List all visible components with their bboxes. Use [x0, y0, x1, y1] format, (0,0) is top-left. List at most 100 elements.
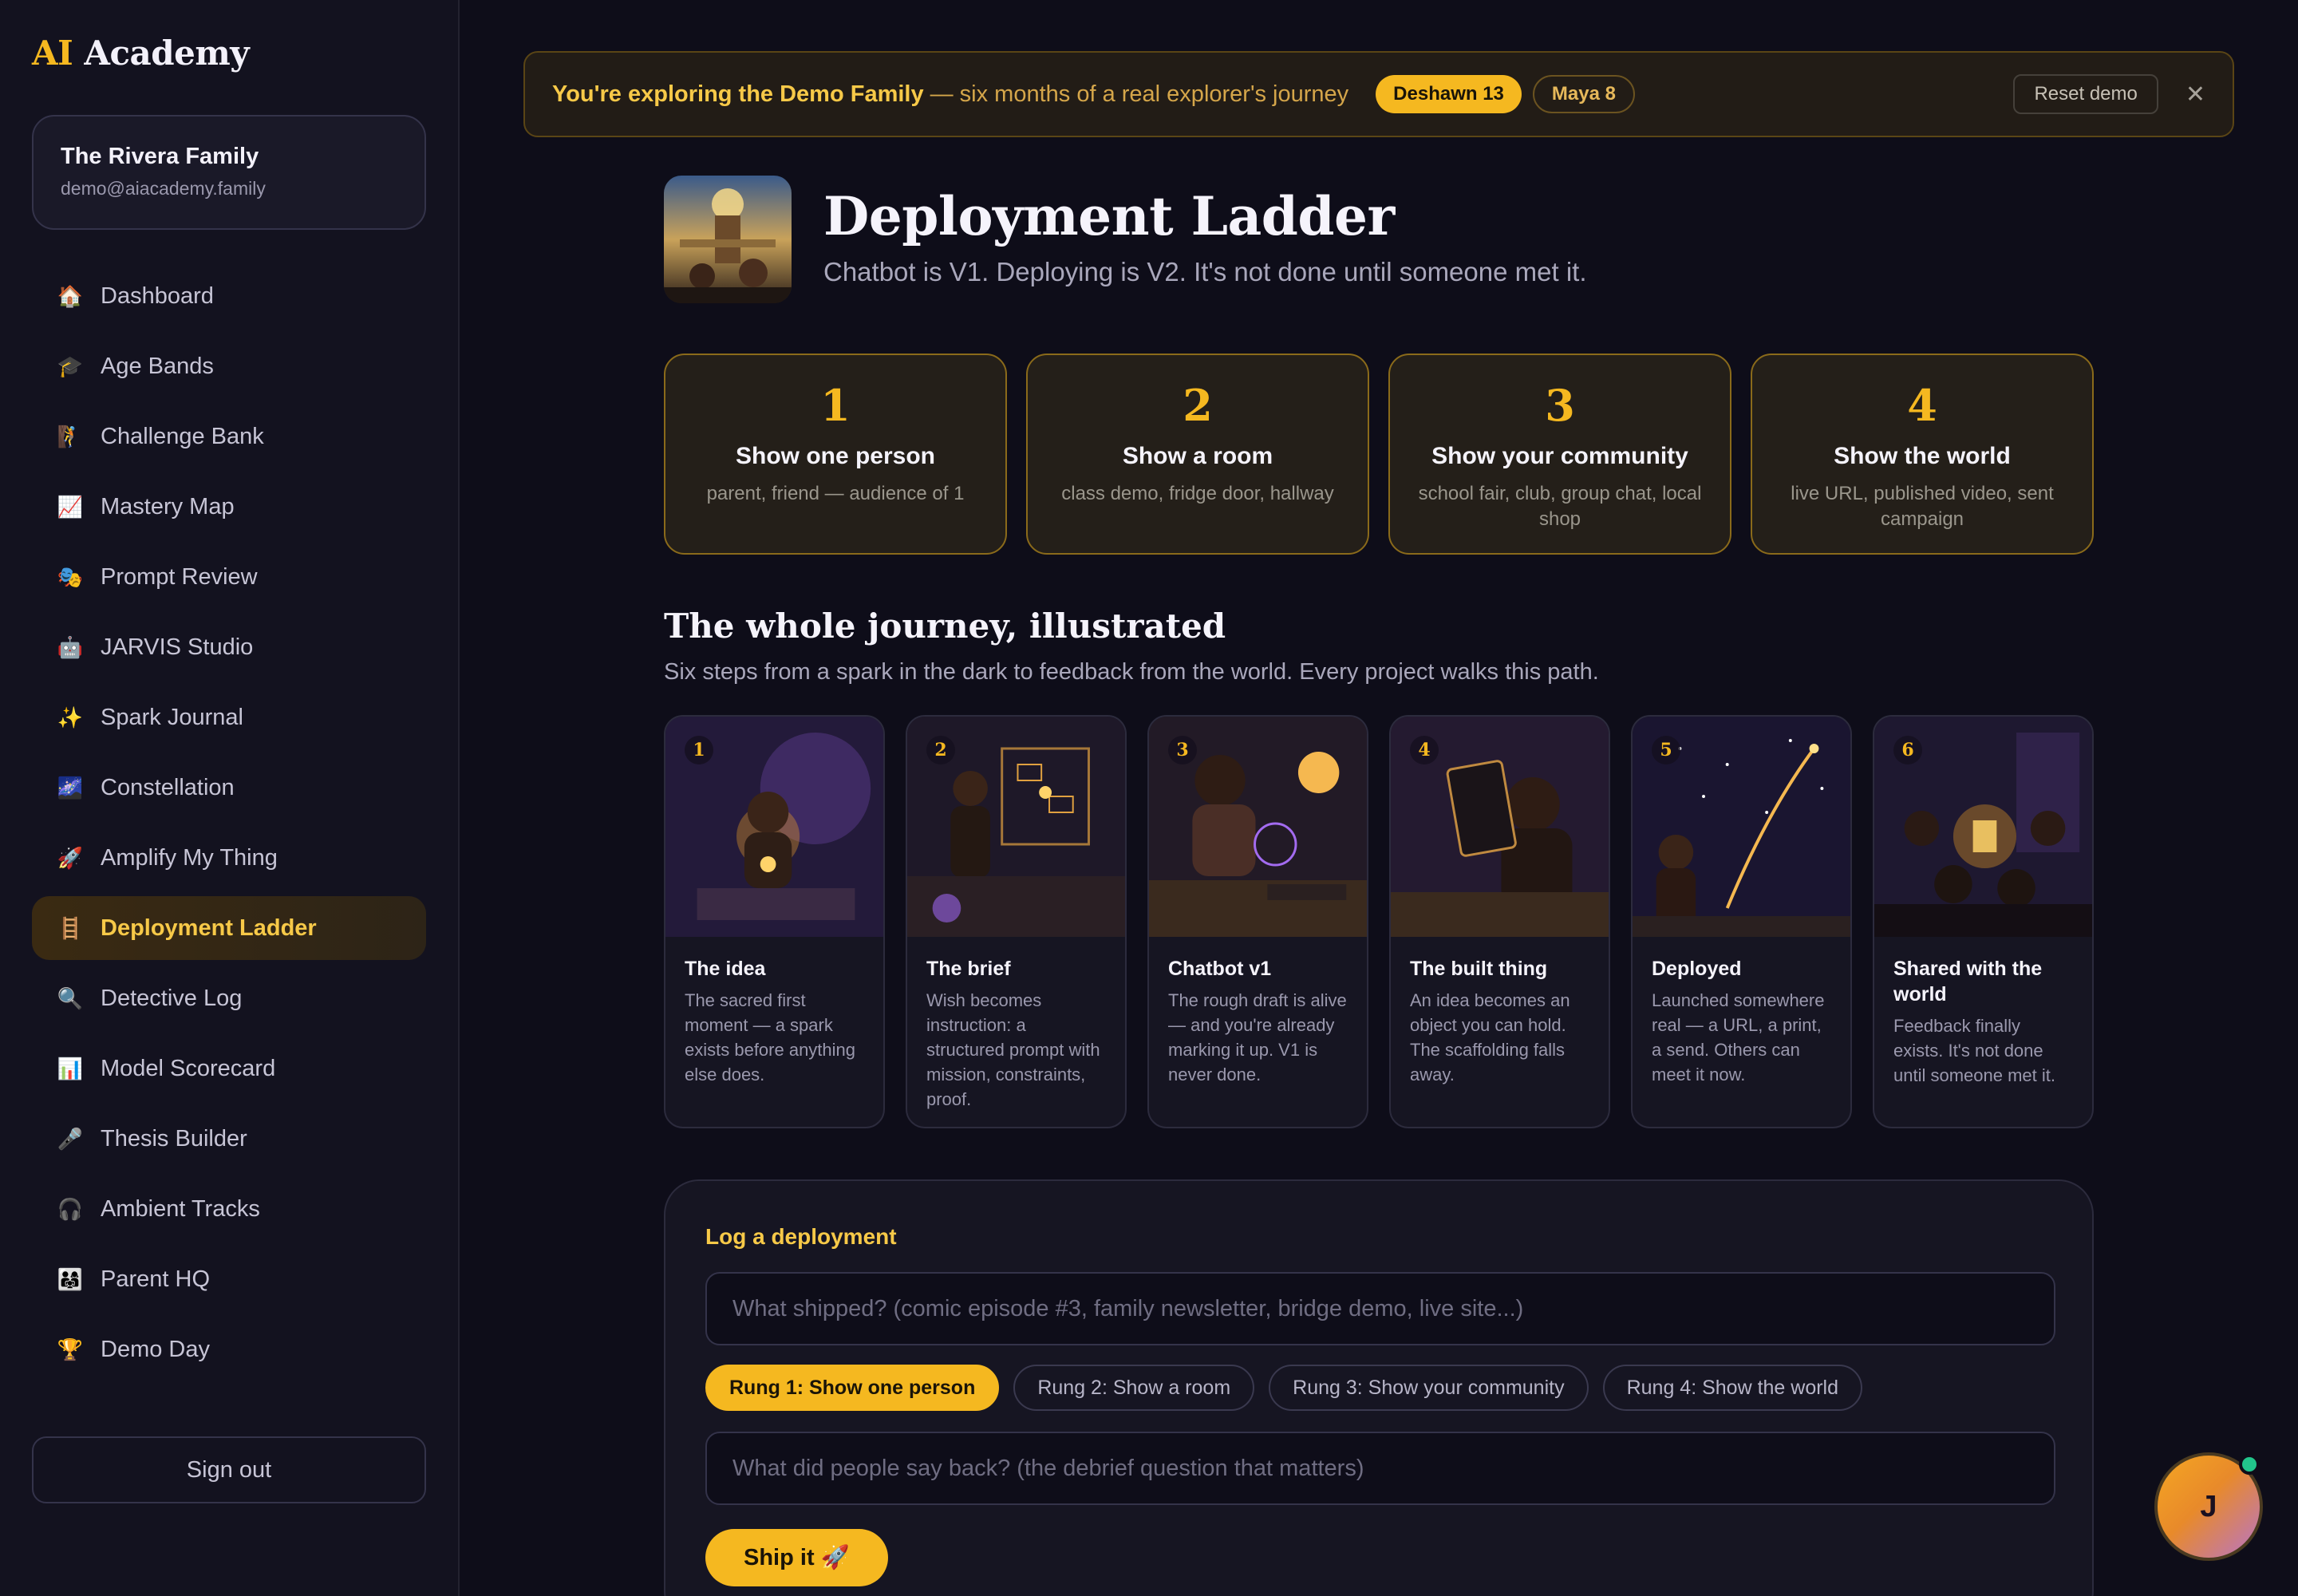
kid-chip-maya[interactable]: Maya 8 — [1532, 75, 1635, 113]
reset-demo-button[interactable]: Reset demo — [2013, 74, 2158, 114]
sidebar-item-label: Thesis Builder — [101, 1125, 247, 1152]
step-number: 6 — [1893, 736, 1922, 764]
sidebar-item-thesis-builder[interactable]: 🎤 Thesis Builder — [32, 1107, 426, 1171]
rung-card: 4 Show the world live URL, published vid… — [1751, 354, 2094, 555]
sidebar-item-label: Dashboard — [101, 282, 214, 309]
rung-number: 4 — [1907, 380, 1937, 431]
sidebar-item-age-bands[interactable]: 🎓 Age Bands — [32, 334, 426, 398]
step-illustration: 5 — [1633, 717, 1850, 937]
step-title: Deployed — [1652, 958, 1742, 980]
sidebar: AI Academy The Rivera Family demo@aiacad… — [0, 0, 460, 1596]
sidebar-item-challenge-bank[interactable]: 🧗 Challenge Bank — [32, 405, 426, 468]
rung-option-4[interactable]: Rung 4: Show the world — [1602, 1365, 1863, 1411]
step-description: The sacred first moment — a spark exists… — [685, 990, 856, 1084]
journey-step-card: 4 The built thing An idea becomes an obj… — [1389, 715, 1610, 1128]
step-title: The idea — [685, 958, 766, 980]
graduation-cap-icon: 🎓 — [57, 354, 84, 378]
journey-subheading: Six steps from a spark in the dark to fe… — [664, 659, 1599, 685]
sign-out-button[interactable]: Sign out — [32, 1436, 426, 1503]
rung-option-1[interactable]: Rung 1: Show one person — [705, 1365, 1000, 1411]
rung-option-3[interactable]: Rung 3: Show your community — [1269, 1365, 1589, 1411]
sidebar-item-detective-log[interactable]: 🔍 Detective Log — [32, 966, 426, 1030]
sidebar-item-deployment-ladder[interactable]: 🪜 Deployment Ladder — [32, 896, 426, 960]
rung-title: Show one person — [735, 443, 936, 469]
robot-icon: 🤖 — [57, 634, 84, 659]
journey-step-card: 2 The brief Wish becomes instruction: a … — [906, 715, 1127, 1128]
logo-ai-text: AI — [32, 34, 73, 73]
rung-number: 3 — [1545, 380, 1575, 431]
family-card[interactable]: The Rivera Family demo@aiacademy.family — [32, 115, 426, 230]
sidebar-item-label: Deployment Ladder — [101, 915, 317, 941]
sidebar-item-model-scorecard[interactable]: 📊 Model Scorecard — [32, 1037, 426, 1100]
sidebar-item-dashboard[interactable]: 🏠 Dashboard — [32, 264, 426, 328]
sidebar-item-prompt-review[interactable]: 🎭 Prompt Review — [32, 545, 426, 609]
rung-title: Show a room — [1122, 443, 1273, 469]
rung-title: Show your community — [1431, 443, 1688, 469]
rung-description: school fair, club, group chat, local sho… — [1418, 483, 1702, 530]
step-description: The rough draft is alive — and you're al… — [1168, 990, 1347, 1084]
step-description: An idea becomes an object you can hold. … — [1410, 990, 1570, 1084]
rung-card: 3 Show your community school fair, club,… — [1388, 354, 1731, 555]
sidebar-item-label: Constellation — [101, 774, 235, 800]
rung-card: 1 Show one person parent, friend — audie… — [664, 354, 1007, 555]
journey-step-card: 1 The idea The sacred first moment — a s… — [664, 715, 885, 1128]
step-description: Feedback finally exists. It's not done u… — [1893, 1016, 2055, 1085]
form-heading: Log a deployment — [705, 1224, 897, 1249]
sidebar-item-jarvis-studio[interactable]: 🤖 JARVIS Studio — [32, 615, 426, 679]
house-icon: 🏠 — [57, 283, 84, 308]
family-name: The Rivera Family — [61, 144, 259, 169]
journey-step-card: 3 Chatbot v1 The rough draft is alive — … — [1147, 715, 1368, 1128]
step-number: 4 — [1410, 736, 1439, 764]
step-title: Shared with the world — [1893, 958, 2043, 1005]
step-number: 3 — [1168, 736, 1197, 764]
ladder-icon: 🪜 — [57, 915, 84, 940]
rung-description: live URL, published video, sent campaign — [1791, 483, 2054, 530]
step-illustration: 6 — [1874, 717, 2092, 937]
hero-illustration — [664, 176, 792, 303]
sidebar-item-label: Challenge Bank — [101, 423, 264, 449]
logo-academy-text: Academy — [73, 34, 250, 73]
rung-number: 1 — [820, 380, 851, 431]
journey-steps: 1 The idea The sacred first moment — a s… — [664, 715, 2094, 1128]
feedback-input[interactable] — [705, 1432, 2055, 1505]
step-title: The built thing — [1410, 958, 1548, 980]
microphone-icon: 🎤 — [57, 1126, 84, 1151]
close-icon[interactable]: ✕ — [2185, 81, 2205, 109]
journey-step-card: 6 Shared with the world Feedback finally… — [1873, 715, 2094, 1128]
sidebar-item-ambient-tracks[interactable]: 🎧 Ambient Tracks — [32, 1177, 426, 1241]
journey-step-card: 5 Deployed Launched somewhere real — a U… — [1631, 715, 1852, 1128]
rung-number: 2 — [1183, 380, 1213, 431]
sidebar-item-constellation[interactable]: 🌌 Constellation — [32, 756, 426, 820]
app-logo[interactable]: AI Academy — [32, 34, 250, 73]
step-title: The brief — [926, 958, 1011, 980]
page-subtitle: Chatbot is V1. Deploying is V2. It's not… — [823, 257, 1587, 286]
rung-card: 2 Show a room class demo, fridge door, h… — [1026, 354, 1369, 555]
online-status-dot — [2239, 1454, 2260, 1475]
step-description: Wish becomes instruction: a structured p… — [926, 990, 1100, 1109]
rung-description: class demo, fridge door, hallway — [1061, 483, 1334, 504]
page-title: Deployment Ladder — [823, 185, 1395, 247]
what-shipped-input[interactable] — [705, 1272, 2055, 1345]
sidebar-item-spark-journal[interactable]: ✨ Spark Journal — [32, 685, 426, 749]
sidebar-item-amplify-my-thing[interactable]: 🚀 Amplify My Thing — [32, 826, 426, 890]
sidebar-item-label: Ambient Tracks — [101, 1195, 260, 1222]
family-email: demo@aiacademy.family — [61, 178, 266, 199]
banner-subtext: — six months of a real explorer's journe… — [930, 81, 1349, 107]
sidebar-item-mastery-map[interactable]: 📈 Mastery Map — [32, 475, 426, 539]
rung-title: Show the world — [1834, 443, 2011, 469]
step-illustration: 4 — [1391, 717, 1609, 937]
rung-option-2[interactable]: Rung 2: Show a room — [1013, 1365, 1255, 1411]
kid-chip-deshawn[interactable]: Deshawn 13 — [1376, 75, 1522, 113]
step-illustration: 2 — [907, 717, 1125, 937]
step-number: 1 — [685, 736, 713, 764]
sidebar-item-parent-hq[interactable]: 👨‍👩‍👧 Parent HQ — [32, 1247, 426, 1311]
sidebar-item-label: Prompt Review — [101, 563, 258, 590]
ship-it-button[interactable]: Ship it 🚀 — [705, 1529, 888, 1586]
chart-up-icon: 📈 — [57, 494, 84, 519]
sidebar-item-label: Model Scorecard — [101, 1055, 276, 1081]
journey-heading: The whole journey, illustrated — [664, 606, 1226, 646]
magnifier-icon: 🔍 — [57, 986, 84, 1010]
sidebar-item-demo-day[interactable]: 🏆 Demo Day — [32, 1317, 426, 1381]
sidebar-item-label: Parent HQ — [101, 1266, 210, 1292]
step-number: 2 — [926, 736, 955, 764]
